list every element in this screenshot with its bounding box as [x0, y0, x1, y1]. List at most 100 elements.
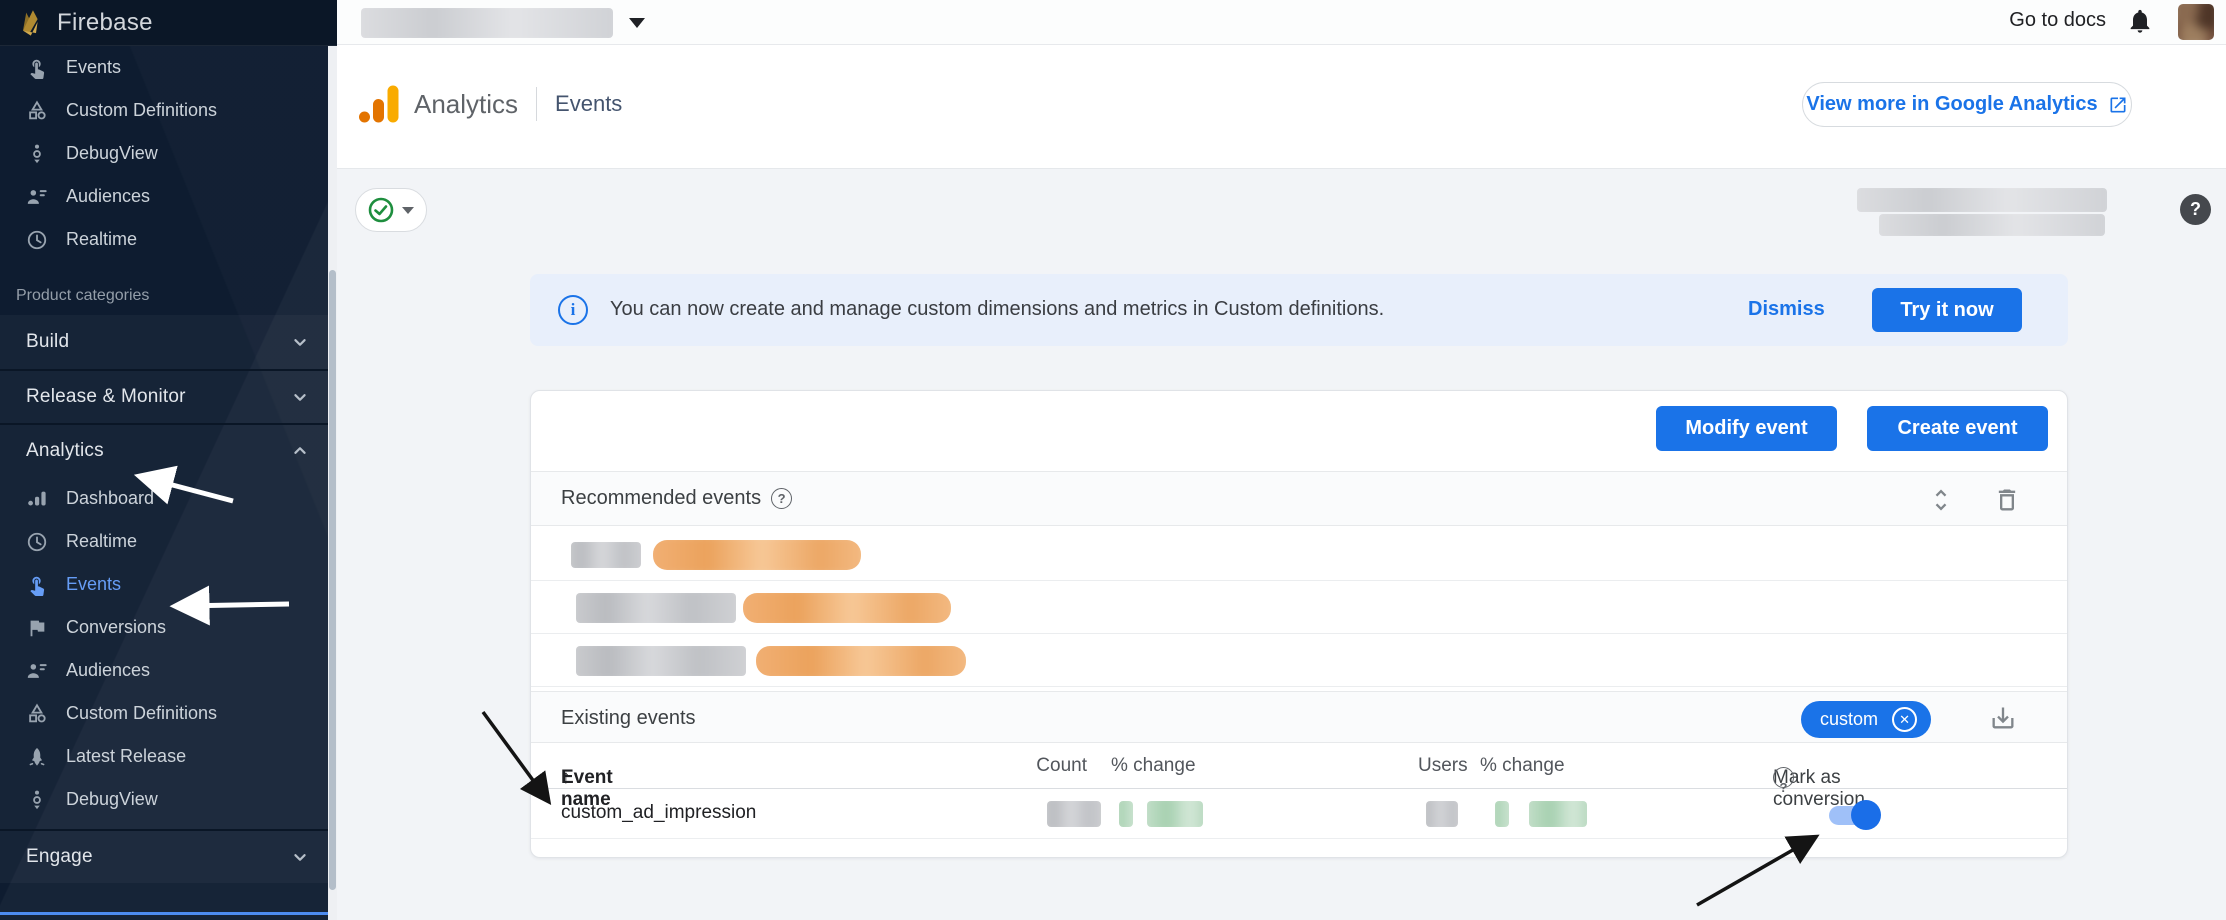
event-name-cell: custom_ad_impression	[561, 802, 756, 824]
recommended-event-row[interactable]	[531, 634, 2067, 687]
column-users-percent-change[interactable]: % change	[1480, 755, 1565, 777]
section-release-monitor[interactable]: Release & Monitor	[0, 369, 337, 423]
remove-filter-icon[interactable]: ✕	[1892, 707, 1917, 732]
sidebar-item-latest-release[interactable]: Latest Release	[0, 735, 337, 778]
chevron-down-icon	[289, 846, 311, 868]
flag-icon	[26, 617, 48, 639]
sidebar-item-label: Events	[66, 574, 121, 595]
redacted-event-badge	[743, 593, 951, 623]
firebase-brand[interactable]: Firebase	[0, 0, 337, 46]
sidebar-item-dashboard[interactable]: Dashboard	[0, 477, 337, 520]
column-users[interactable]: Users	[1418, 755, 1468, 777]
go-to-docs-link[interactable]: Go to docs	[2009, 9, 2106, 32]
recommended-event-row[interactable]	[531, 581, 2067, 634]
redacted-avatar-image	[2178, 4, 2214, 40]
view-more-google-analytics-button[interactable]: View more in Google Analytics	[1802, 82, 2132, 127]
sidebar-scrollbar[interactable]	[328, 46, 337, 920]
sidebar-item-label: Custom Definitions	[66, 703, 217, 724]
sidebar-item-audiences-analytics[interactable]: Audiences	[0, 649, 337, 692]
clock-icon	[26, 229, 48, 251]
create-event-button[interactable]: Create event	[1867, 406, 2048, 451]
event-table-row[interactable]: custom_ad_impression	[531, 789, 2067, 839]
user-avatar[interactable]	[2178, 4, 2214, 40]
redacted-users-change-indicator	[1495, 801, 1509, 827]
scrollbar-thumb[interactable]	[329, 270, 336, 890]
sidebar-item-label: Realtime	[66, 531, 137, 552]
redacted-project-name	[361, 8, 613, 38]
redacted-event-name	[576, 593, 736, 623]
sidebar-item-label: Realtime	[66, 229, 137, 250]
sidebar-item-label: Audiences	[66, 660, 150, 681]
sidebar-item-realtime-analytics[interactable]: Realtime	[0, 520, 337, 563]
section-build[interactable]: Build	[0, 315, 337, 369]
redacted-users-value	[1426, 801, 1458, 827]
mark-as-conversion-toggle[interactable]	[1829, 801, 1881, 829]
sidebar-item-custom-definitions-analytics[interactable]: Custom Definitions	[0, 692, 337, 735]
redacted-event-name	[571, 542, 641, 568]
sidebar-item-conversions[interactable]: Conversions	[0, 606, 337, 649]
chevron-up-icon	[289, 440, 311, 462]
recommended-events-list	[531, 528, 2067, 687]
clock-icon	[26, 531, 48, 553]
redacted-event-name	[576, 646, 746, 676]
help-outline-icon[interactable]: ?	[1773, 767, 1794, 788]
custom-definitions-banner: i You can now create and manage custom d…	[530, 274, 2068, 346]
recommended-event-row[interactable]	[531, 528, 2067, 581]
dismiss-button[interactable]: Dismiss	[1748, 298, 1825, 321]
brand-name: Firebase	[57, 9, 153, 37]
sidebar-item-label: Audiences	[66, 186, 150, 207]
column-count[interactable]: Count	[1007, 755, 1087, 777]
try-it-now-button[interactable]: Try it now	[1872, 288, 2022, 332]
debug-icon	[26, 789, 48, 811]
debug-icon	[26, 143, 48, 165]
firebase-logo-icon	[18, 8, 44, 38]
sort-ascending-icon: ↑	[561, 767, 571, 789]
modify-event-button[interactable]: Modify event	[1656, 406, 1837, 451]
sidebar-item-realtime[interactable]: Realtime	[0, 218, 337, 261]
recommended-events-header: Recommended events ?	[531, 471, 2067, 526]
sidebar-item-events-active[interactable]: Events	[0, 563, 337, 606]
sidebar-bottom-indicator	[0, 912, 328, 915]
product-title: Analytics	[414, 89, 518, 120]
unfold-more-icon[interactable]	[1927, 486, 1955, 514]
custom-filter-chip[interactable]: custom ✕	[1801, 701, 1931, 738]
help-outline-icon[interactable]: ?	[771, 488, 792, 509]
google-analytics-logo-icon	[358, 83, 400, 125]
page-title: Events	[555, 91, 622, 117]
recommended-events-title: Recommended events	[561, 487, 761, 510]
redacted-change-indicator	[1119, 801, 1133, 827]
section-analytics[interactable]: Analytics	[0, 423, 337, 477]
analytics-submenu: Dashboard Realtime Events Conversions Au…	[0, 477, 337, 821]
shapes-icon	[26, 703, 48, 725]
sidebar-sections: Build Release & Monitor Analytics Dashbo…	[0, 315, 337, 883]
audiences-icon	[26, 186, 48, 208]
download-icon[interactable]	[1989, 704, 2017, 732]
banner-message: You can now create and manage custom dim…	[610, 298, 1384, 321]
trash-icon[interactable]	[1993, 486, 2021, 514]
notifications-bell-icon[interactable]	[2126, 7, 2154, 35]
page-header: Analytics Events View more in Google Ana…	[337, 45, 2226, 169]
sidebar-item-label: Dashboard	[66, 488, 154, 509]
sidebar-item-label: Conversions	[66, 617, 166, 638]
redacted-users-change-value	[1529, 801, 1587, 827]
sidebar-item-debugview-analytics[interactable]: DebugView	[0, 778, 337, 821]
column-percent-change[interactable]: % change	[1111, 755, 1196, 777]
check-circle-icon	[368, 197, 394, 223]
help-icon[interactable]: ?	[2180, 194, 2211, 225]
sidebar-item-custom-definitions[interactable]: Custom Definitions	[0, 89, 337, 132]
redacted-date-range-line1	[1857, 188, 2107, 212]
sidebar-shortcut-list: Events Custom Definitions DebugView Audi…	[0, 46, 337, 261]
data-status-dropdown[interactable]	[355, 188, 427, 232]
section-engage[interactable]: Engage	[0, 829, 337, 883]
redacted-count-value	[1047, 801, 1101, 827]
sidebar-item-label: DebugView	[66, 789, 158, 810]
product-categories-label: Product categories	[16, 287, 337, 305]
redacted-change-value	[1147, 801, 1203, 827]
sidebar-item-label: Latest Release	[66, 746, 186, 767]
sidebar-item-events[interactable]: Events	[0, 46, 337, 89]
sidebar-item-label: DebugView	[66, 143, 158, 164]
toggle-thumb	[1851, 800, 1881, 830]
sidebar-item-debugview[interactable]: DebugView	[0, 132, 337, 175]
caret-down-icon	[402, 207, 414, 214]
sidebar-item-audiences[interactable]: Audiences	[0, 175, 337, 218]
